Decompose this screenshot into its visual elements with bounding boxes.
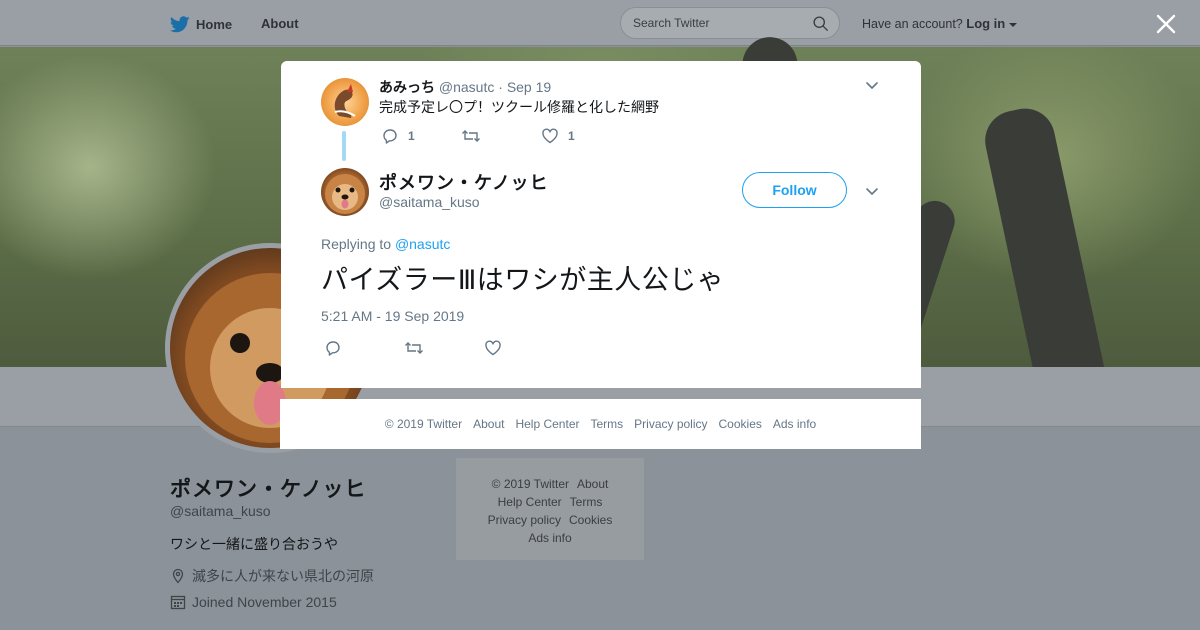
- close-icon[interactable]: [1154, 12, 1178, 36]
- reply-icon: [324, 339, 342, 357]
- modal-footer: © 2019 Twitter About Help Center Terms P…: [280, 399, 921, 449]
- modal-footer-ads-link[interactable]: Ads info: [773, 417, 816, 431]
- parent-tweet-text: 完成予定レ〇プ！ツクール修羅と化した網野: [379, 99, 659, 115]
- account-prompt-text: Have an account?: [862, 17, 963, 31]
- search-placeholder: Search Twitter: [633, 16, 710, 30]
- parent-tweet-actions: 1 1: [381, 127, 621, 145]
- home-label: Home: [196, 17, 233, 32]
- nav-home-link[interactable]: Home: [170, 16, 232, 33]
- modal-footer-about-link[interactable]: About: [473, 417, 504, 431]
- reply-icon: [381, 127, 399, 145]
- parent-retweet-button[interactable]: [461, 127, 541, 145]
- main-author-name[interactable]: ポメワン・ケノッヒ: [379, 169, 549, 195]
- parent-like-count: 1: [568, 129, 575, 143]
- footer-help-link[interactable]: Help Center: [498, 495, 562, 509]
- retweet-button[interactable]: [404, 339, 484, 357]
- location-text: 滅多に人が来ない県北の河原: [192, 568, 374, 584]
- banner-tree-trunk: [979, 103, 1111, 411]
- reply-button[interactable]: [324, 339, 404, 357]
- top-navigation-bar: Home About Search Twitter Have an accoun…: [0, 0, 1200, 46]
- nav-about-link[interactable]: About: [261, 16, 299, 31]
- parent-reply-button[interactable]: 1: [381, 127, 461, 145]
- chevron-down-icon[interactable]: [864, 183, 880, 199]
- main-author-handle[interactable]: @saitama_kuso: [379, 194, 480, 210]
- search-icon[interactable]: [812, 15, 829, 32]
- modal-footer-privacy-link[interactable]: Privacy policy: [634, 417, 707, 431]
- parent-author-name[interactable]: あみっち: [379, 79, 435, 95]
- login-link[interactable]: Log in: [966, 16, 1005, 31]
- thread-connector-line: [342, 131, 346, 161]
- search-input[interactable]: Search Twitter: [620, 7, 840, 39]
- replying-to: Replying to @nasutc: [321, 236, 450, 252]
- main-tweet-actions: [324, 339, 564, 357]
- main-tweet-avatar[interactable]: [321, 168, 369, 216]
- footer-terms-link[interactable]: Terms: [570, 495, 603, 509]
- footer-privacy-link[interactable]: Privacy policy: [488, 513, 561, 527]
- retweet-icon: [461, 127, 481, 145]
- profile-name: ポメワン・ケノッヒ: [170, 478, 367, 501]
- profile-joined: Joined November 2015: [170, 594, 337, 610]
- caret-down-icon[interactable]: [1008, 22, 1017, 28]
- sidebar-footer: © 2019 Twitter About Help Center Terms Pri…: [456, 458, 644, 560]
- parent-like-button[interactable]: 1: [541, 127, 621, 145]
- calendar-icon: [170, 594, 186, 610]
- footer-about-link[interactable]: About: [577, 477, 608, 491]
- location-icon: [170, 568, 186, 584]
- replying-prefix: Replying to: [321, 236, 392, 252]
- replying-to-link[interactable]: @nasutc: [395, 236, 450, 252]
- parent-tweet-date[interactable]: Sep 19: [507, 79, 551, 95]
- footer-cookies-link[interactable]: Cookies: [569, 513, 612, 527]
- parent-author-handle[interactable]: @nasutc: [439, 79, 494, 95]
- profile-handle: @saitama_kuso: [170, 503, 271, 519]
- like-icon: [541, 127, 559, 145]
- main-tweet-text: パイズラーⅢはワシが主人公じゃ: [321, 265, 725, 295]
- joined-text: Joined November 2015: [192, 594, 337, 610]
- parent-tweet-header: あみっち @nasutc · Sep 19: [379, 77, 551, 97]
- profile-location: 滅多に人が来ない県北の河原: [170, 566, 374, 586]
- modal-footer-cookies-link[interactable]: Cookies: [719, 417, 762, 431]
- like-button[interactable]: [484, 339, 564, 357]
- chevron-down-icon[interactable]: [864, 77, 880, 93]
- footer-copyright: © 2019 Twitter: [491, 477, 569, 491]
- modal-footer-help-link[interactable]: Help Center: [515, 417, 579, 431]
- tweet-modal: あみっち @nasutc · Sep 19 完成予定レ〇プ！ツクール修羅と化した…: [281, 61, 921, 388]
- twitter-bird-icon: [170, 16, 190, 33]
- modal-footer-copyright: © 2019 Twitter: [384, 417, 463, 431]
- follow-button[interactable]: Follow: [742, 172, 847, 208]
- retweet-icon: [404, 339, 424, 357]
- parent-reply-count: 1: [408, 129, 415, 143]
- profile-bio: ワシと一緒に盛り合おうや: [170, 536, 338, 552]
- modal-footer-terms-link[interactable]: Terms: [590, 417, 623, 431]
- parent-separator: ·: [498, 79, 503, 95]
- account-prompt: Have an account? Log in: [862, 16, 1017, 31]
- tweet-timestamp[interactable]: 5:21 AM - 19 Sep 2019: [321, 308, 464, 324]
- parent-tweet-avatar[interactable]: [321, 78, 369, 126]
- footer-ads-link[interactable]: Ads info: [528, 531, 571, 545]
- like-icon: [484, 339, 502, 357]
